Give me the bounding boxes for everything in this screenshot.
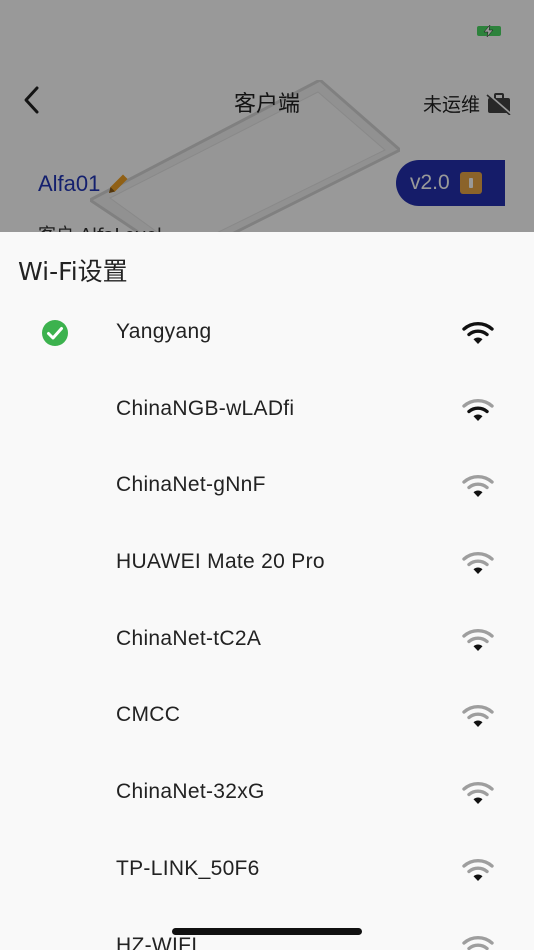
wifi-network-row[interactable]: Yangyang [0,295,534,372]
wifi-icon [462,552,494,575]
wifi-icon [462,705,494,728]
wifi-network-name: CMCC [116,703,181,727]
wifi-network-name: Yangyang [116,320,212,343]
wifi-settings-sheet: Wi-Fi设置 Yangyang ChinaNGB-wLADfi ChinaNet-… [0,232,534,950]
home-indicator [172,928,362,935]
pencil-icon[interactable] [104,170,132,198]
wifi-status-icon [442,23,464,38]
wifi-icon [462,782,494,805]
upgrade-icon [459,172,482,194]
maintenance-status[interactable]: 未运维 [423,90,512,117]
wifi-icon [462,935,494,950]
wifi-icon [462,628,494,651]
version-label: v2.0 [410,171,450,194]
sheet-title: Wi-Fi设置 [18,257,128,286]
wifi-network-row[interactable]: ChinaNet-gNnF [0,448,534,525]
wifi-network-name: ChinaNet-gNnF [116,473,266,497]
wifi-network-name: HZ-WIFI [116,933,198,950]
wifi-list: Yangyang ChinaNGB-wLADfi ChinaNet-gNnF HUAW… [0,295,534,950]
briefcase-off-icon [486,92,512,115]
status-icons [410,23,508,39]
version-badge[interactable]: v2.0 [396,160,505,206]
device-name[interactable]: Alfa01 [38,170,132,198]
wifi-icon [462,322,494,344]
device-name-label: Alfa01 [38,171,101,196]
status-bar: 4:01 [0,0,534,68]
cellular-signal-icon [410,24,432,38]
wifi-network-name: HUAWEI Mate 20 Pro [116,550,325,574]
wifi-network-row[interactable]: ChinaNet-tC2A [0,602,534,679]
status-time: 4:01 [50,21,95,44]
wifi-network-row[interactable]: CMCC [0,678,534,755]
check-circle-icon [42,320,68,346]
maintenance-label: 未运维 [422,94,480,116]
wifi-network-row[interactable]: ChinaNGB-wLADfi [0,372,534,449]
wifi-icon [462,398,494,421]
wifi-icon [462,858,494,881]
wifi-network-name: TP-LINK_50F6 [116,856,260,880]
wifi-network-name: ChinaNGB-wLADfi [116,396,295,420]
wifi-network-row[interactable]: HUAWEI Mate 20 Pro [0,525,534,602]
wifi-network-row[interactable]: TP-LINK_50F6 [0,832,534,909]
battery-charging-icon [474,23,507,39]
wifi-network-name: ChinaNet-tC2A [116,626,262,650]
wifi-icon [462,475,494,498]
wifi-network-row[interactable]: ChinaNet-32xG [0,755,534,832]
nav-bar: 客户端 未运维 [0,68,534,132]
wifi-network-name: ChinaNet-32xG [116,780,265,804]
